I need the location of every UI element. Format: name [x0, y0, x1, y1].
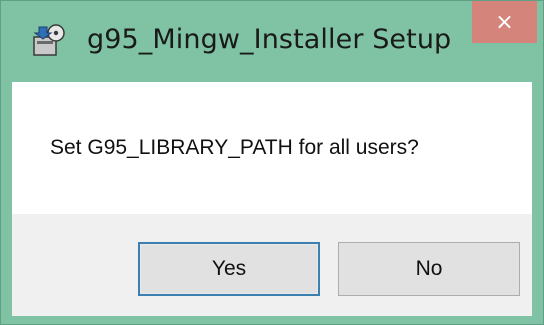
- window-title: g95_Mingw_Installer Setup: [87, 24, 452, 55]
- dialog-window: g95_Mingw_Installer Setup × Set G95_LIBR…: [0, 0, 544, 325]
- no-button[interactable]: No: [338, 242, 520, 296]
- dialog-message: Set G95_LIBRARY_PATH for all users?: [50, 136, 419, 159]
- close-button[interactable]: ×: [472, 1, 537, 43]
- dialog-client-area: Set G95_LIBRARY_PATH for all users? Yes …: [12, 82, 532, 316]
- installer-app-icon: [31, 23, 67, 59]
- close-icon: ×: [495, 9, 514, 35]
- title-bar[interactable]: g95_Mingw_Installer Setup ×: [1, 1, 543, 82]
- yes-button[interactable]: Yes: [138, 242, 320, 296]
- message-panel: Set G95_LIBRARY_PATH for all users?: [12, 82, 532, 214]
